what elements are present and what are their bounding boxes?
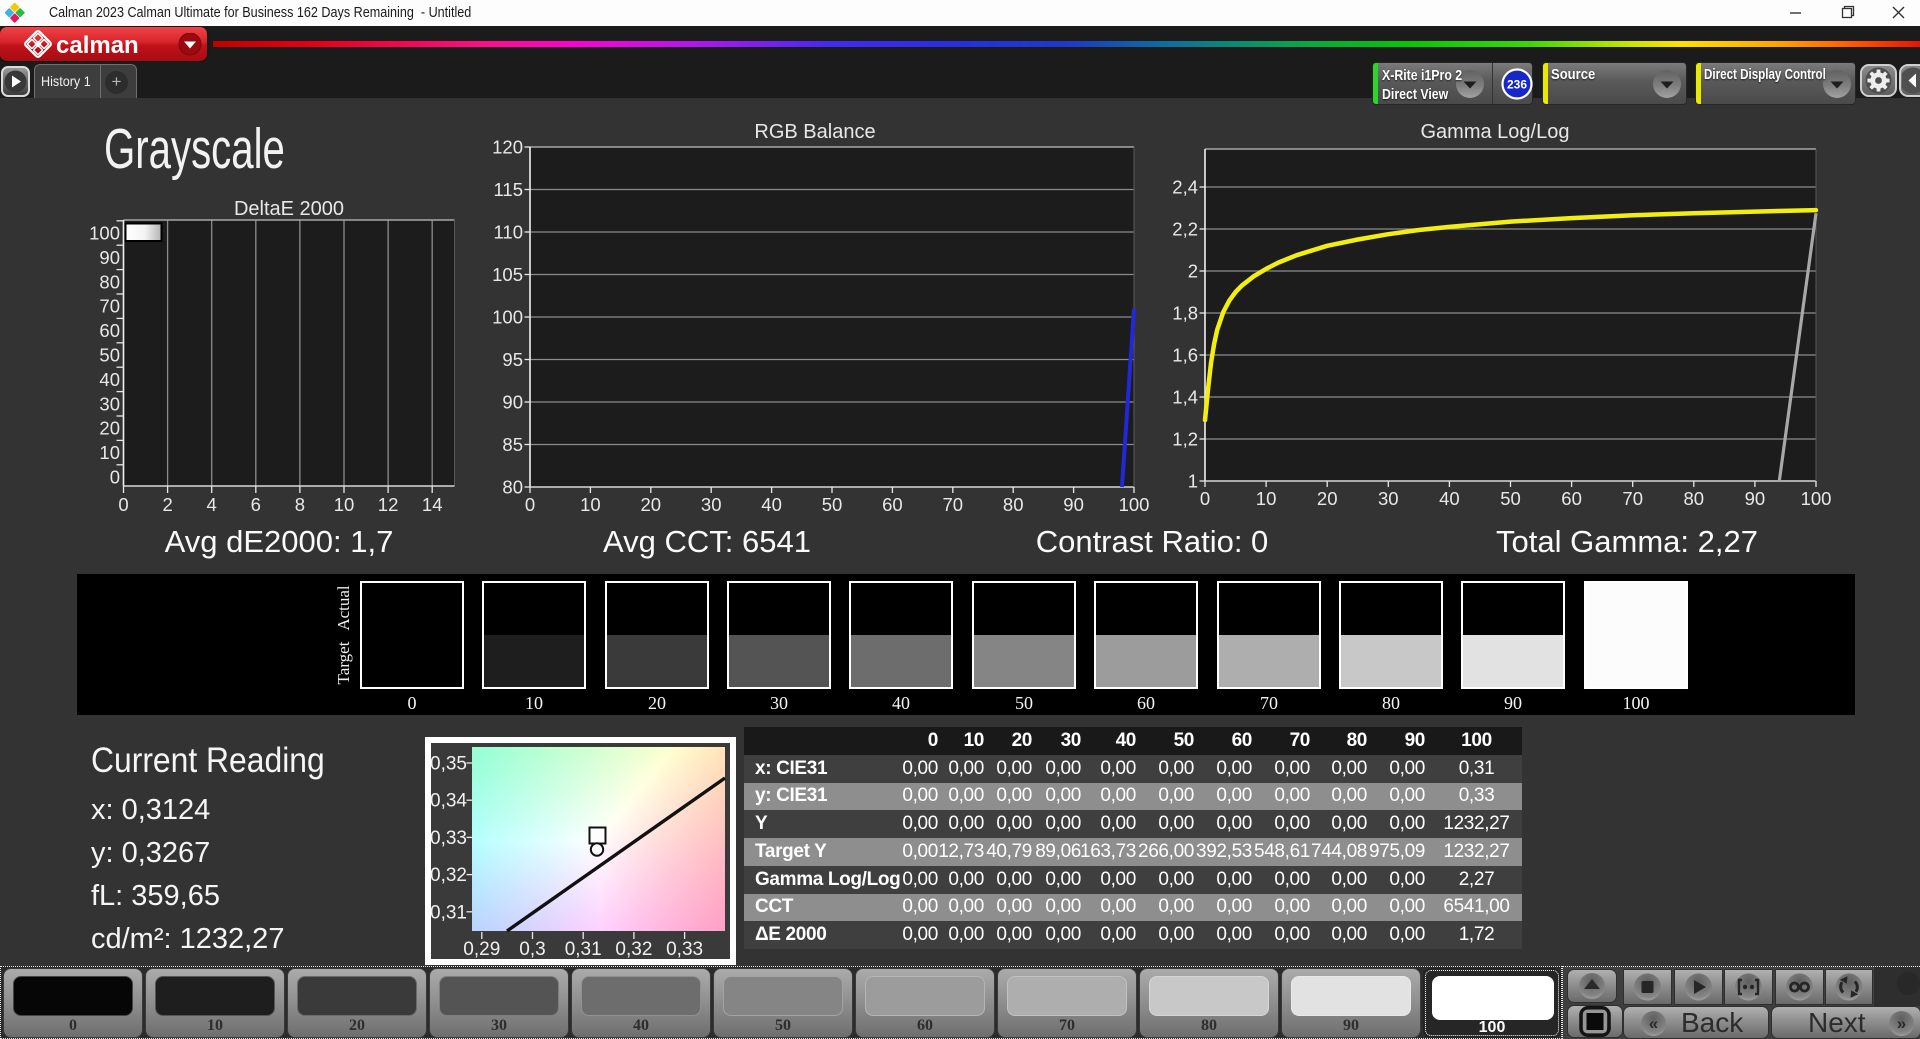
svg-text:0,34: 0,34 xyxy=(431,791,467,812)
svg-text:90: 90 xyxy=(1063,494,1084,515)
svg-text:100: 100 xyxy=(1119,494,1150,515)
svg-text:2,4: 2,4 xyxy=(1172,177,1198,198)
svg-text:236: 236 xyxy=(1507,78,1527,92)
svg-text:0,32: 0,32 xyxy=(615,939,652,959)
svg-text:50: 50 xyxy=(822,494,843,515)
svg-text:60: 60 xyxy=(1561,488,1582,509)
svg-text:20: 20 xyxy=(99,418,120,439)
svg-text:10: 10 xyxy=(580,494,601,515)
svg-text:100: 100 xyxy=(1801,488,1832,509)
svg-text:70: 70 xyxy=(1622,488,1643,509)
svg-text:90: 90 xyxy=(99,247,120,268)
svg-text:40: 40 xyxy=(1439,488,1460,509)
svg-text:95: 95 xyxy=(502,349,523,370)
svg-text:1,8: 1,8 xyxy=(1172,303,1198,324)
svg-text:0,29: 0,29 xyxy=(463,939,500,959)
svg-text:Gamma Log/Log: Gamma Log/Log xyxy=(1421,121,1570,143)
svg-text:1: 1 xyxy=(1188,471,1198,492)
svg-text:«: « xyxy=(1649,1014,1658,1033)
svg-text:40: 40 xyxy=(99,369,120,390)
svg-text:0,3: 0,3 xyxy=(519,939,545,959)
svg-text:10: 10 xyxy=(1256,488,1277,509)
svg-text:2: 2 xyxy=(162,494,172,515)
svg-text:100: 100 xyxy=(492,307,523,328)
svg-text:50: 50 xyxy=(99,345,120,366)
svg-text:80: 80 xyxy=(502,477,523,498)
svg-text:0,33: 0,33 xyxy=(431,828,467,849)
svg-text:4: 4 xyxy=(207,494,217,515)
svg-text:30: 30 xyxy=(99,393,120,414)
svg-text:RGB Balance: RGB Balance xyxy=(754,121,875,143)
svg-text:0: 0 xyxy=(118,494,128,515)
svg-text:80: 80 xyxy=(99,271,120,292)
svg-text:60: 60 xyxy=(99,320,120,341)
svg-text:12: 12 xyxy=(378,494,399,515)
svg-text:0,32: 0,32 xyxy=(431,865,467,886)
svg-text:60: 60 xyxy=(882,494,903,515)
svg-text:85: 85 xyxy=(502,434,523,455)
svg-text:0,31: 0,31 xyxy=(565,939,602,959)
svg-text:0: 0 xyxy=(525,494,535,515)
svg-text:90: 90 xyxy=(1745,488,1766,509)
svg-text:120: 120 xyxy=(492,137,523,158)
svg-text:20: 20 xyxy=(1317,488,1338,509)
svg-text:1,4: 1,4 xyxy=(1172,387,1198,408)
svg-text:10: 10 xyxy=(334,494,355,515)
svg-text:100: 100 xyxy=(89,223,120,244)
svg-text:30: 30 xyxy=(1378,488,1399,509)
svg-text:DeltaE 2000: DeltaE 2000 xyxy=(234,198,344,220)
svg-text:80: 80 xyxy=(1684,488,1705,509)
svg-text:2,2: 2,2 xyxy=(1172,219,1198,240)
svg-text:30: 30 xyxy=(701,494,722,515)
svg-text:10: 10 xyxy=(99,442,120,463)
svg-text:20: 20 xyxy=(641,494,662,515)
svg-text:90: 90 xyxy=(502,392,523,413)
svg-text:14: 14 xyxy=(422,494,443,515)
svg-text:0,33: 0,33 xyxy=(666,939,703,959)
svg-text:105: 105 xyxy=(492,264,523,285)
svg-text:70: 70 xyxy=(943,494,964,515)
svg-text:2: 2 xyxy=(1188,261,1198,282)
svg-text:110: 110 xyxy=(494,222,524,243)
svg-text:8: 8 xyxy=(295,494,305,515)
svg-text:80: 80 xyxy=(1003,494,1024,515)
svg-text:6: 6 xyxy=(251,494,261,515)
svg-text:»: » xyxy=(1897,1014,1906,1033)
svg-text:0,31: 0,31 xyxy=(431,902,467,923)
svg-text:1,6: 1,6 xyxy=(1172,345,1198,366)
svg-text:0,35: 0,35 xyxy=(431,754,467,775)
svg-text:70: 70 xyxy=(99,296,120,317)
svg-text:0: 0 xyxy=(1200,488,1210,509)
svg-text:115: 115 xyxy=(494,179,524,200)
svg-text:50: 50 xyxy=(1500,488,1521,509)
svg-text:40: 40 xyxy=(761,494,782,515)
svg-text:0: 0 xyxy=(110,467,120,488)
svg-text:1,2: 1,2 xyxy=(1172,429,1198,450)
